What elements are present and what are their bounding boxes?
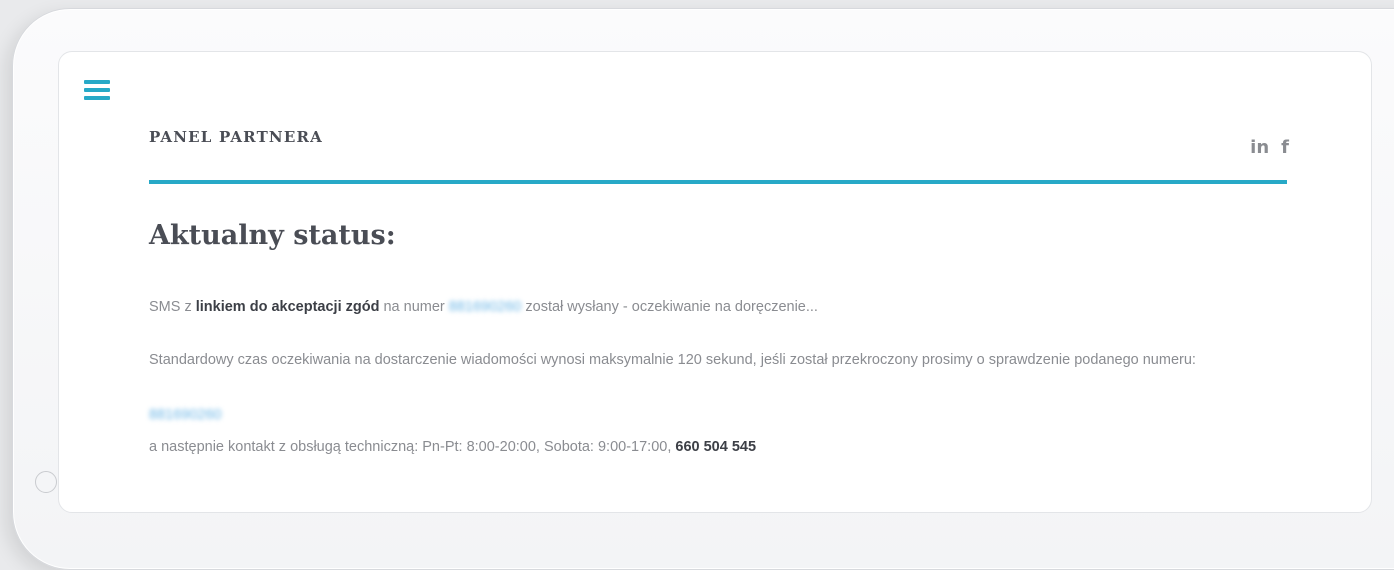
header-divider — [149, 180, 1287, 184]
phone-number-again: 881690260 — [149, 407, 222, 423]
sms-prefix: SMS z — [149, 299, 192, 315]
facebook-icon[interactable]: f — [1281, 137, 1289, 158]
sms-suffix: został wysłany - oczekiwanie na doręczen… — [525, 299, 818, 315]
menu-bar — [84, 96, 110, 100]
hamburger-menu-icon[interactable] — [84, 80, 110, 102]
phone-number: 881690260 — [448, 299, 522, 315]
social-links: in f — [1250, 137, 1289, 158]
panel-title: PANEL PARTNERA — [149, 128, 323, 146]
linkedin-icon[interactable]: in — [1250, 137, 1269, 158]
info-text: Standardowy czas oczekiwania na dostarcz… — [149, 352, 1196, 368]
menu-bar — [84, 80, 110, 84]
sms-link-text: linkiem do akceptacji zgód — [195, 299, 380, 315]
sms-status-text: SMS z linkiem do akceptacji zgód na nume… — [149, 294, 1289, 321]
status-heading: Aktualny status: — [149, 220, 396, 251]
phone-number-repeat: 881690260 — [149, 402, 1289, 429]
home-button[interactable] — [35, 471, 57, 493]
menu-bar — [84, 88, 110, 92]
contact-hours: a następnie kontakt z obsługą techniczną… — [149, 439, 672, 455]
sms-mid: na numer — [383, 299, 445, 315]
screen: PANEL PARTNERA in f Aktualny status: SMS… — [58, 51, 1372, 513]
support-phone[interactable]: 660 504 545 — [675, 439, 756, 455]
contact-text: a następnie kontakt z obsługą techniczną… — [149, 434, 1289, 461]
